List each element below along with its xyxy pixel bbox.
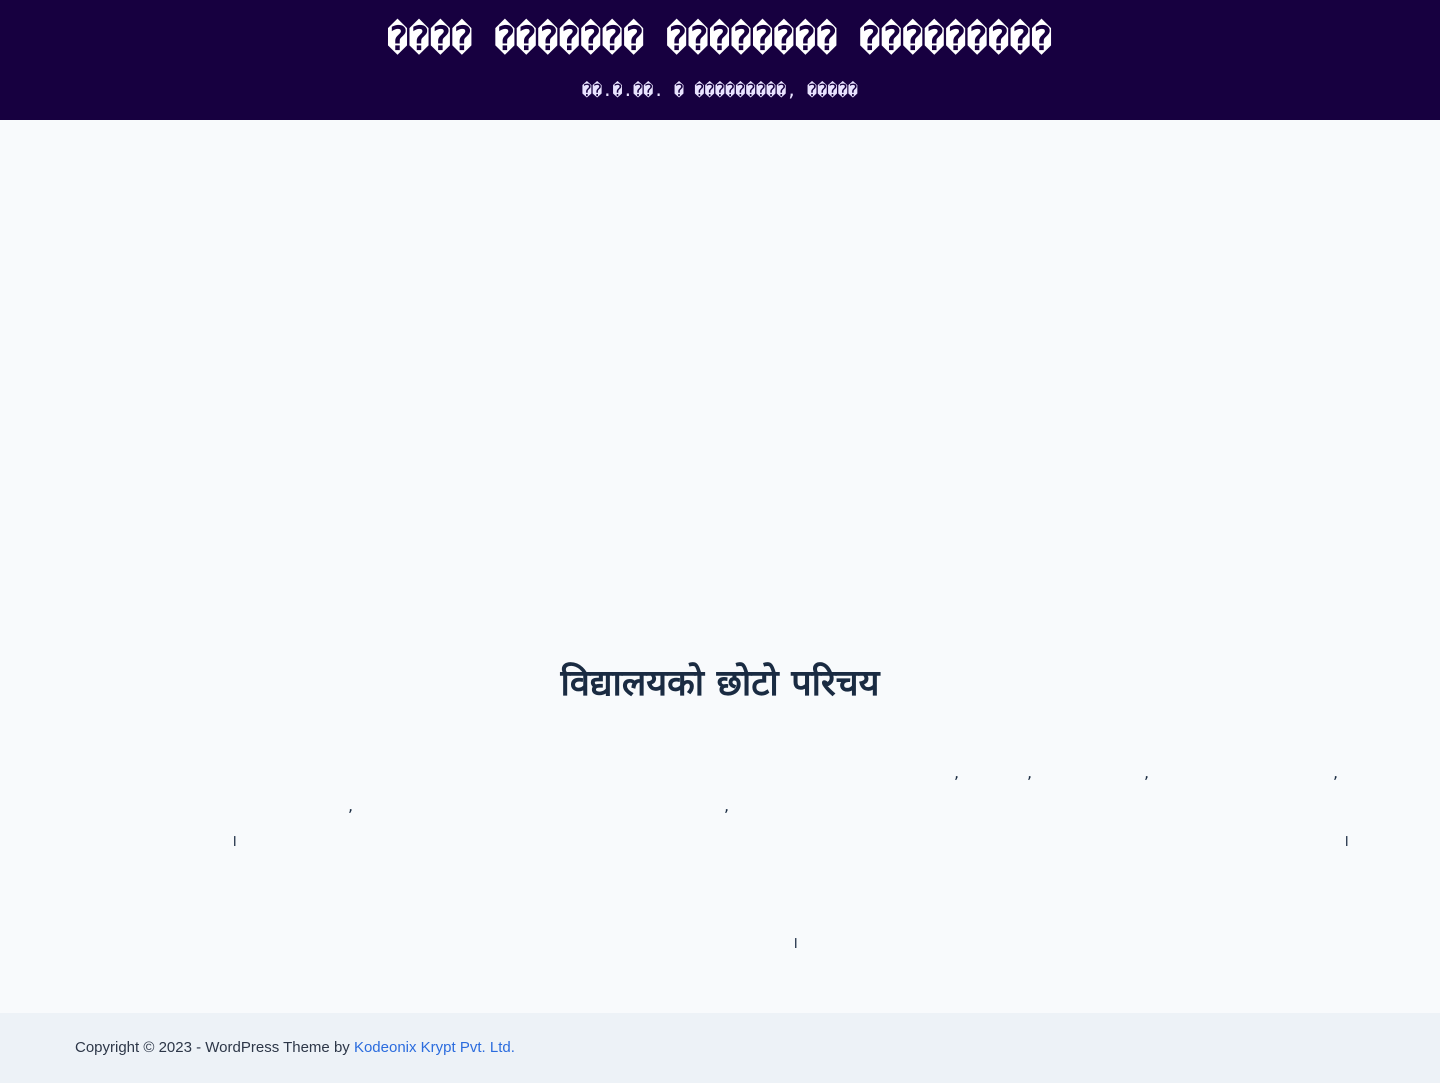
footer-copyright: Copyright © 2023 - WordPress Theme by Ko… <box>75 1037 515 1059</box>
text-comma: , <box>348 796 354 815</box>
site-tagline: ��.�.��. � ���������, ����� <box>581 81 859 101</box>
copyright-text: Copyright © 2023 - WordPress Theme by <box>75 1039 354 1056</box>
theme-author-link[interactable]: Kodeonix Krypt Pvt. Ltd. <box>354 1039 515 1056</box>
site-header: ���� ������� �������� ��������� ��.�.��.… <box>0 0 1440 120</box>
text-comma: , <box>1027 763 1033 782</box>
text-danda: । <box>1343 831 1350 850</box>
text-comma: , <box>954 763 960 782</box>
hero-banner-area <box>0 120 1440 620</box>
about-section-heading: विद्यालयको छोटो परिचय <box>560 663 880 704</box>
text-comma: , <box>1144 763 1150 782</box>
site-title-link[interactable]: ���� ������� �������� ��������� <box>0 16 1440 62</box>
text-danda: । <box>231 831 238 850</box>
text-danda: । <box>792 933 799 952</box>
text-comma: , <box>1333 763 1339 782</box>
site-footer: Copyright © 2023 - WordPress Theme by Ko… <box>0 1013 1440 1083</box>
text-comma: , <box>724 796 730 815</box>
about-section-text: , , , , , , । । । <box>96 755 1349 955</box>
